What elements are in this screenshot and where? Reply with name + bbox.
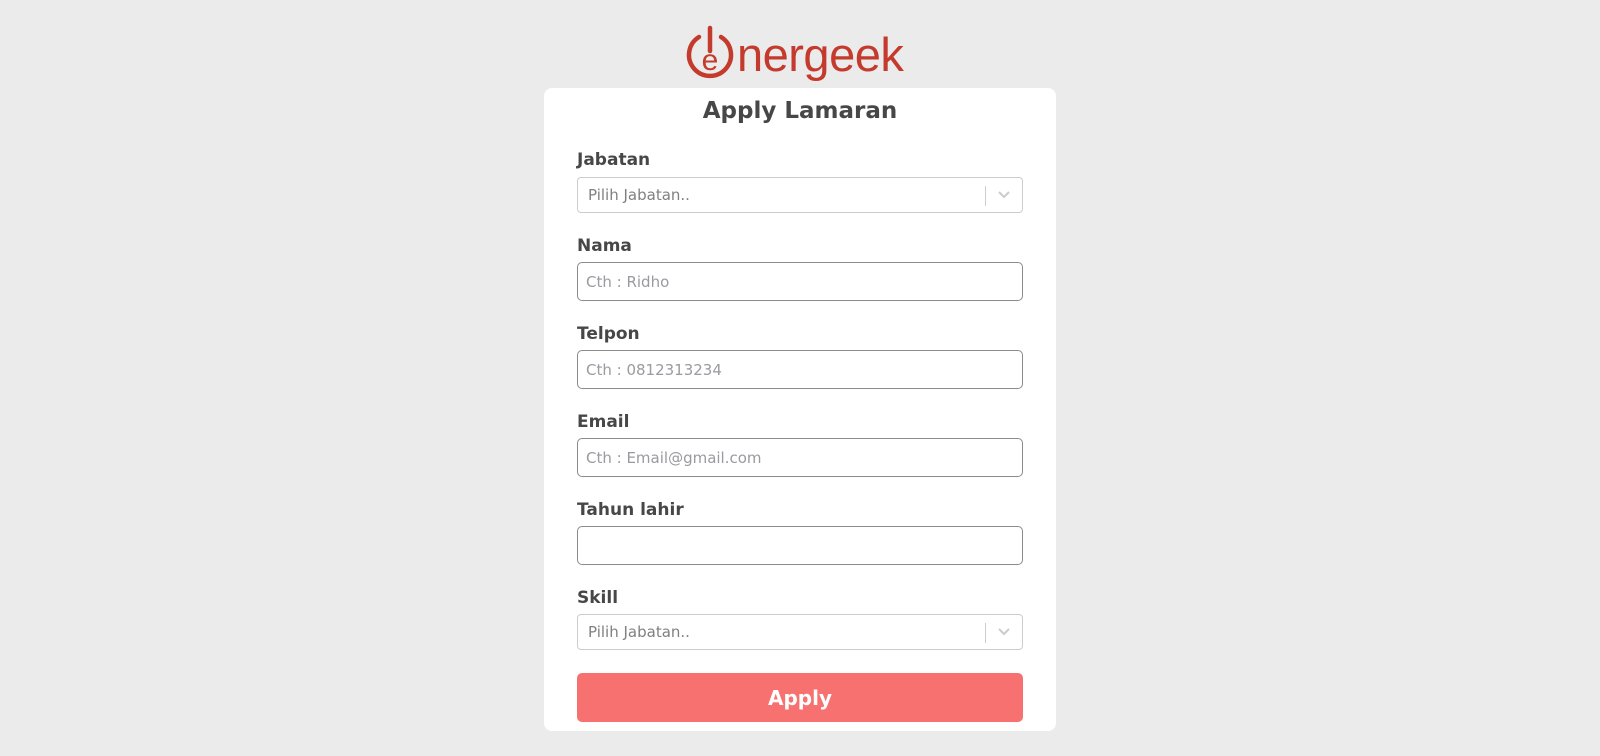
apply-form-card: Apply Lamaran Jabatan Pilih Jabatan.. Na… <box>544 88 1056 731</box>
jabatan-select-placeholder: Pilih Jabatan.. <box>588 186 690 204</box>
power-e-icon: e <box>686 25 734 79</box>
select-separator <box>985 186 986 206</box>
tahun-lahir-label: Tahun lahir <box>577 500 684 520</box>
select-separator <box>985 623 986 643</box>
jabatan-select[interactable]: Pilih Jabatan.. <box>577 177 1023 213</box>
skill-label: Skill <box>577 588 619 608</box>
jabatan-label: Jabatan <box>577 150 651 170</box>
nama-label: Nama <box>577 236 632 256</box>
apply-button[interactable]: Apply <box>577 673 1023 722</box>
tahun-lahir-input[interactable] <box>577 526 1023 565</box>
telpon-label: Telpon <box>577 324 640 344</box>
email-label: Email <box>577 412 630 432</box>
chevron-down-icon[interactable] <box>997 627 1011 637</box>
chevron-down-icon[interactable] <box>997 190 1011 200</box>
skill-select[interactable]: Pilih Jabatan.. <box>577 614 1023 650</box>
telpon-input[interactable] <box>577 350 1023 389</box>
energeek-logo: e nergeek <box>684 24 916 82</box>
form-title: Apply Lamaran <box>702 98 898 124</box>
svg-text:e: e <box>702 44 719 77</box>
email-input[interactable] <box>577 438 1023 477</box>
skill-select-placeholder: Pilih Jabatan.. <box>588 623 690 641</box>
nama-input[interactable] <box>577 262 1023 301</box>
logo-text: nergeek <box>737 27 904 81</box>
